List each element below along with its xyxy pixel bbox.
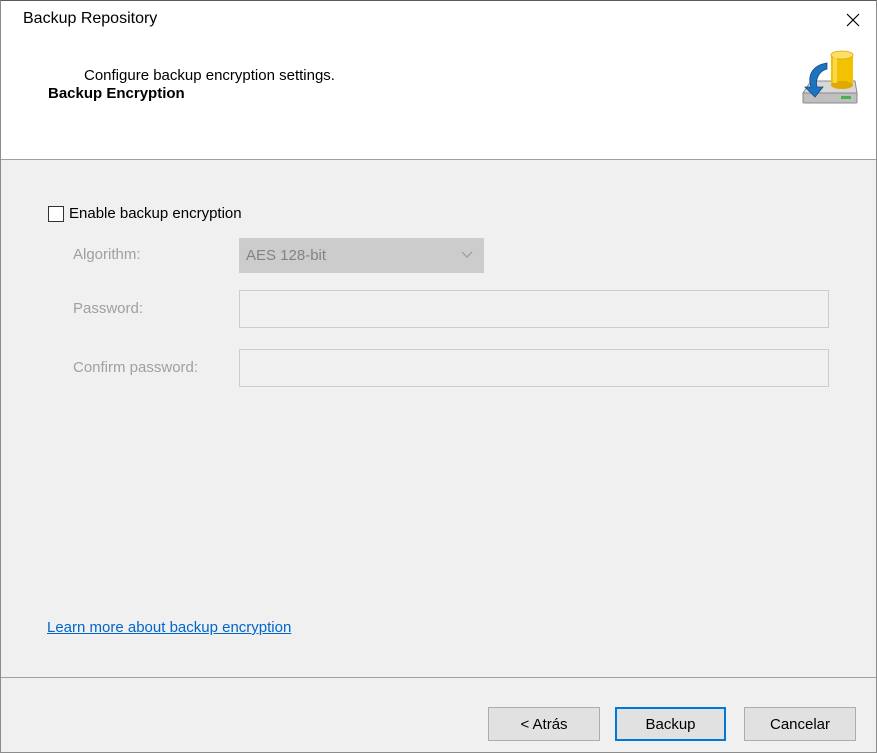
back-button[interactable]: < Atrás bbox=[488, 707, 600, 741]
page-title: Backup Encryption bbox=[48, 85, 185, 102]
close-icon bbox=[846, 13, 860, 27]
enable-encryption-checkbox[interactable]: Enable backup encryption bbox=[48, 205, 242, 222]
page-subtitle: Configure backup encryption settings. bbox=[84, 67, 335, 84]
close-button[interactable] bbox=[830, 1, 876, 39]
backup-repository-dialog: Backup Repository Backup Encryption Back… bbox=[0, 0, 877, 753]
enable-encryption-label: Enable backup encryption bbox=[69, 205, 242, 222]
learn-more-link[interactable]: Learn more about backup encryption bbox=[47, 619, 291, 636]
algorithm-label: Algorithm: bbox=[73, 246, 141, 263]
password-field[interactable] bbox=[239, 290, 829, 328]
confirm-password-label: Confirm password: bbox=[73, 359, 199, 376]
algorithm-value: AES 128-bit bbox=[246, 247, 327, 264]
password-label: Password: bbox=[73, 300, 144, 317]
algorithm-select[interactable]: AES 128-bit bbox=[239, 238, 484, 273]
footer-divider bbox=[1, 677, 876, 678]
cancel-button[interactable]: Cancelar bbox=[744, 707, 856, 741]
backup-button[interactable]: Backup bbox=[615, 707, 726, 741]
window-title: Backup Repository bbox=[23, 10, 158, 27]
confirm-password-field[interactable] bbox=[239, 349, 829, 387]
chevron-down-icon bbox=[461, 251, 473, 258]
checkbox-box[interactable] bbox=[48, 205, 64, 222]
backup-database-icon bbox=[802, 50, 858, 104]
wizard-header: Backup Encryption bbox=[1, 39, 876, 160]
title-bar: Backup Repository bbox=[1, 1, 876, 39]
